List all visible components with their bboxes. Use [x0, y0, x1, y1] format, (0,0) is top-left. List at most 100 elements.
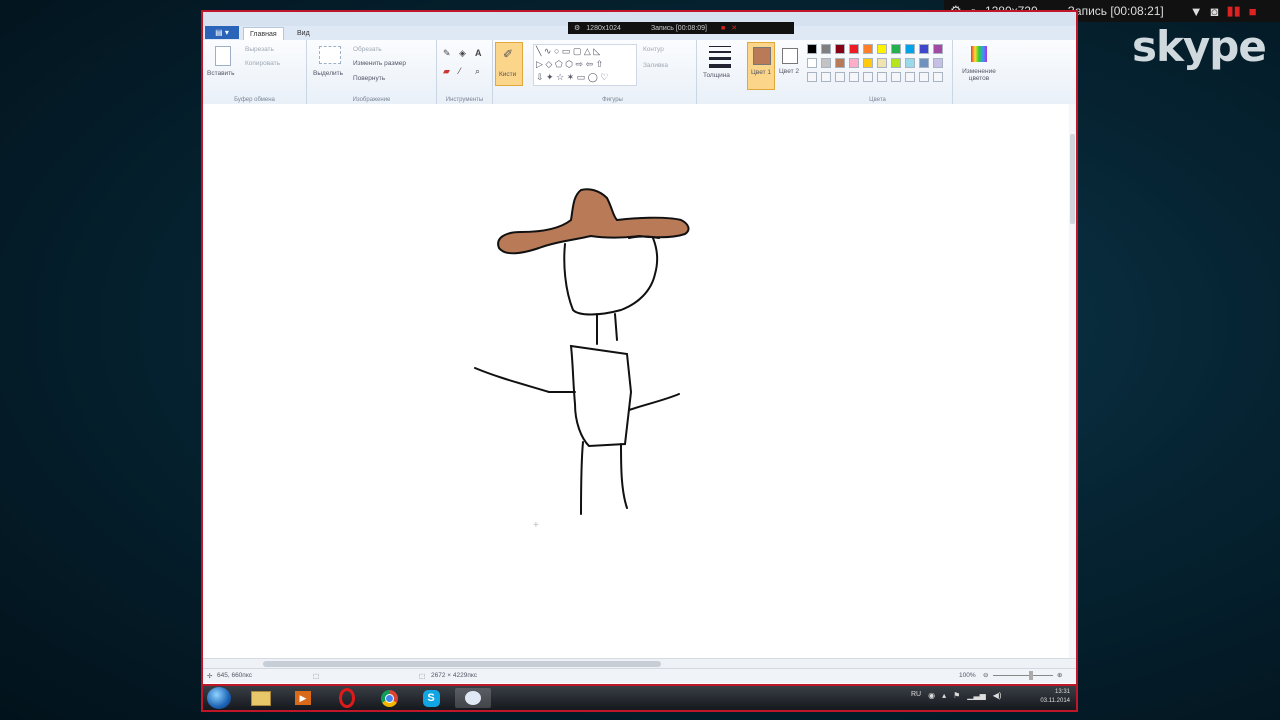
eraser-icon[interactable]: ▰: [443, 66, 450, 77]
fill-bucket-icon[interactable]: ◈: [459, 48, 466, 59]
palette-empty-slot[interactable]: [905, 72, 915, 82]
color1-button[interactable]: Цвет 1: [747, 42, 775, 90]
zoom-in-icon[interactable]: ⊕: [1057, 671, 1062, 679]
zoom-slider[interactable]: [993, 675, 1053, 676]
paste-button[interactable]: Вставить: [207, 70, 235, 77]
image-group: Выделить Обрезать Изменить размер Поверн…: [307, 40, 437, 104]
palette-swatch[interactable]: [807, 44, 817, 54]
palette-swatch[interactable]: [821, 44, 831, 54]
zoom-out-icon[interactable]: ⊖: [983, 671, 988, 679]
drawing-canvas[interactable]: +: [203, 104, 1076, 658]
media-player-icon[interactable]: ▶: [285, 688, 321, 708]
tab-home[interactable]: Главная: [243, 27, 284, 40]
camera-icon[interactable]: ◙: [1211, 4, 1219, 19]
palette-swatch[interactable]: [919, 58, 929, 68]
palette-empty-slot[interactable]: [849, 72, 859, 82]
outline-button[interactable]: Контур: [643, 46, 664, 53]
line-medium-icon: [709, 51, 731, 53]
network-globe-icon[interactable]: ◉: [928, 691, 935, 700]
size-label: Толщина: [703, 72, 730, 79]
palette-empty-slot[interactable]: [891, 72, 901, 82]
palette-empty-slot[interactable]: [933, 72, 943, 82]
palette-empty-slot[interactable]: [863, 72, 873, 82]
dropdown-arrow-icon[interactable]: ▼: [1190, 4, 1203, 19]
horizontal-scroll-thumb[interactable]: [263, 661, 661, 667]
cursor-position-icon: ✢: [207, 673, 213, 680]
palette-empty-slot[interactable]: [919, 72, 929, 82]
cowboy-drawing: +: [474, 188, 690, 531]
palette-swatch[interactable]: [877, 44, 887, 54]
brushes-button[interactable]: ✐ Кисти: [495, 42, 523, 86]
explorer-icon[interactable]: [243, 688, 279, 708]
edit-colors-button[interactable]: Изменение цветов: [955, 42, 1003, 90]
clock-date: 03.11.2014: [1040, 698, 1070, 704]
palette-swatch[interactable]: [919, 44, 929, 54]
palette-swatch[interactable]: [863, 58, 873, 68]
shapes-gallery[interactable]: ╲ ∿ ○ ▭ ▢ △ ◺ ▷ ◇ ⬠ ⬡ ⇨ ⇦ ⇧ ⇩ ✦ ☆ ✶ ▭ ◯ …: [533, 44, 637, 86]
file-menu-button[interactable]: ▤ ▾: [205, 26, 239, 39]
color1-label: Цвет 1: [751, 69, 771, 76]
palette-swatch[interactable]: [877, 58, 887, 68]
palette-swatch[interactable]: [933, 44, 943, 54]
tab-view[interactable]: Вид: [291, 27, 316, 39]
taskbar: ▶ S RU ◉ ▴ ⚑ ▁▃▅ ◀) 13:31 03.11.2014: [201, 686, 1078, 712]
palette-empty-slot[interactable]: [877, 72, 887, 82]
paint-taskbar-icon[interactable]: [455, 688, 491, 708]
palette-empty-slot[interactable]: [835, 72, 845, 82]
palette-swatch[interactable]: [821, 58, 831, 68]
start-button[interactable]: [207, 687, 231, 709]
pencil-icon[interactable]: ✎: [443, 48, 451, 59]
status-bar: ✢ 645, 660пкс ⬚ ⬚ 2672 × 4229пкс 100% ⊖ …: [203, 668, 1076, 683]
color-picker-icon[interactable]: ⁄: [459, 66, 461, 76]
language-indicator[interactable]: RU: [911, 691, 921, 700]
select-button[interactable]: Выделить: [313, 70, 343, 77]
crop-button[interactable]: Обрезать: [353, 46, 382, 53]
palette-swatch[interactable]: [891, 44, 901, 54]
palette-swatch[interactable]: [891, 58, 901, 68]
palette-swatch[interactable]: [807, 58, 817, 68]
zoom-slider-knob[interactable]: [1029, 671, 1033, 680]
size-button[interactable]: Толщина: [699, 42, 739, 86]
pause-record-icon[interactable]: ▮▮: [1226, 3, 1240, 19]
signal-icon[interactable]: ▁▃▅: [967, 691, 985, 700]
palette-swatch[interactable]: [835, 44, 845, 54]
color2-button[interactable]: Цвет 2: [779, 42, 801, 90]
vertical-scrollbar[interactable]: [1069, 104, 1076, 658]
palette-empty-slot[interactable]: [807, 72, 817, 82]
paste-icon[interactable]: [215, 46, 231, 66]
volume-icon[interactable]: ◀): [993, 691, 1002, 700]
tray-expand-icon[interactable]: ▴: [942, 691, 946, 700]
palette-swatch[interactable]: [863, 44, 873, 54]
palette-empty-slot[interactable]: [821, 72, 831, 82]
shapes-group-label: Фигуры: [602, 97, 623, 103]
rotate-button[interactable]: Повернуть: [353, 75, 385, 82]
copy-button[interactable]: Копировать: [245, 60, 280, 67]
close-icon[interactable]: ✕: [731, 24, 737, 32]
hat-shape: [497, 188, 690, 255]
palette-swatch[interactable]: [835, 58, 845, 68]
palette-swatch[interactable]: [849, 44, 859, 54]
settings-icon[interactable]: ⚙: [574, 24, 580, 32]
resize-button[interactable]: Изменить размер: [353, 60, 406, 67]
select-icon[interactable]: [319, 46, 341, 64]
palette-swatch[interactable]: [905, 44, 915, 54]
fill-button[interactable]: Заливка: [643, 62, 668, 69]
right-arm: [628, 393, 680, 411]
skype-icon[interactable]: S: [413, 688, 449, 708]
tray-clock[interactable]: 13:31 03.11.2014: [1040, 688, 1070, 706]
colors-group-label: Цвета: [869, 97, 886, 103]
chrome-icon[interactable]: [371, 688, 407, 708]
vertical-scroll-thumb[interactable]: [1070, 134, 1075, 224]
flag-icon[interactable]: ⚑: [953, 691, 960, 700]
opera-icon[interactable]: [329, 688, 365, 708]
cut-button[interactable]: Вырезать: [245, 46, 274, 53]
palette-swatch[interactable]: [933, 58, 943, 68]
stop-record-icon[interactable]: ■: [721, 25, 725, 32]
magnifier-icon[interactable]: ⌕: [475, 66, 480, 77]
palette-swatch[interactable]: [849, 58, 859, 68]
stop-record-icon[interactable]: ■: [1249, 4, 1257, 19]
palette-swatch[interactable]: [905, 58, 915, 68]
text-tool-icon[interactable]: A: [475, 48, 482, 58]
color2-swatch: [782, 48, 798, 64]
head-outline: [563, 237, 659, 316]
